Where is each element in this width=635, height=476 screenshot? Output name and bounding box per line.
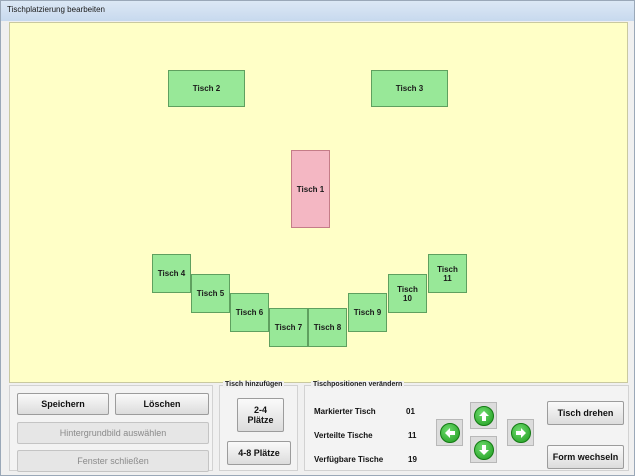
add-table-group: Tisch hinzufügen 2-4 Plätze 4-8 Plätze — [219, 381, 298, 471]
table-tisch-9[interactable]: Tisch 9 — [348, 293, 387, 332]
actions-panel: Speichern Löschen Hintergrundbild auswäh… — [9, 385, 213, 472]
table-tisch-4[interactable]: Tisch 4 — [152, 254, 191, 293]
arrow-down-icon — [473, 439, 494, 460]
table-tisch-2[interactable]: Tisch 2 — [168, 70, 245, 107]
table-tisch-1[interactable]: Tisch 1 — [291, 150, 330, 228]
add-small-table-button[interactable]: 2-4 Plätze — [237, 398, 284, 432]
table-tisch-6[interactable]: Tisch 6 — [230, 293, 269, 332]
change-shape-button[interactable]: Form wechseln — [547, 445, 624, 469]
arrow-up-icon — [473, 405, 494, 426]
rotate-table-button[interactable]: Tisch drehen — [547, 401, 624, 425]
marked-table-value: 01 — [406, 407, 415, 416]
table-positions-group-label: Tischpositionen verändern — [311, 381, 405, 388]
arrow-right-icon — [510, 422, 531, 443]
delete-button[interactable]: Löschen — [115, 393, 209, 415]
arrow-left-icon — [439, 422, 460, 443]
table-tisch-3[interactable]: Tisch 3 — [371, 70, 448, 107]
move-up-button[interactable] — [470, 402, 497, 429]
available-tables-value: 19 — [408, 455, 417, 464]
table-tisch-8[interactable]: Tisch 8 — [308, 308, 347, 347]
window-title: Tischplatzierung bearbeiten — [7, 5, 105, 14]
table-tisch-11[interactable]: Tisch 11 — [428, 254, 467, 293]
table-tisch-5[interactable]: Tisch 5 — [191, 274, 230, 313]
add-table-group-label: Tisch hinzufügen — [223, 381, 285, 388]
available-tables-label: Verfügbare Tische — [314, 455, 384, 464]
save-button[interactable]: Speichern — [17, 393, 109, 415]
table-tisch-7[interactable]: Tisch 7 — [269, 308, 308, 347]
add-large-table-button[interactable]: 4-8 Plätze — [227, 441, 291, 465]
choose-background-button[interactable]: Hintergrundbild auswählen — [17, 422, 209, 444]
marked-table-label: Markierter Tisch — [314, 407, 376, 416]
move-right-button[interactable] — [507, 419, 534, 446]
table-tisch-10[interactable]: Tisch 10 — [388, 274, 427, 313]
floor-plan-canvas[interactable]: Tisch 2 Tisch 3 Tisch 1 Tisch 4 Tisch 5 … — [9, 22, 628, 383]
table-placement-window: Tischplatzierung bearbeiten Tisch 2 Tisc… — [0, 0, 635, 476]
distributed-tables-label: Verteilte Tische — [314, 431, 373, 440]
move-left-button[interactable] — [436, 419, 463, 446]
distributed-tables-value: 11 — [408, 431, 417, 440]
move-down-button[interactable] — [470, 436, 497, 463]
close-window-button[interactable]: Fenster schließen — [17, 450, 209, 472]
table-positions-group: Tischpositionen verändern Markierter Tis… — [304, 381, 629, 471]
title-bar: Tischplatzierung bearbeiten — [1, 1, 634, 21]
